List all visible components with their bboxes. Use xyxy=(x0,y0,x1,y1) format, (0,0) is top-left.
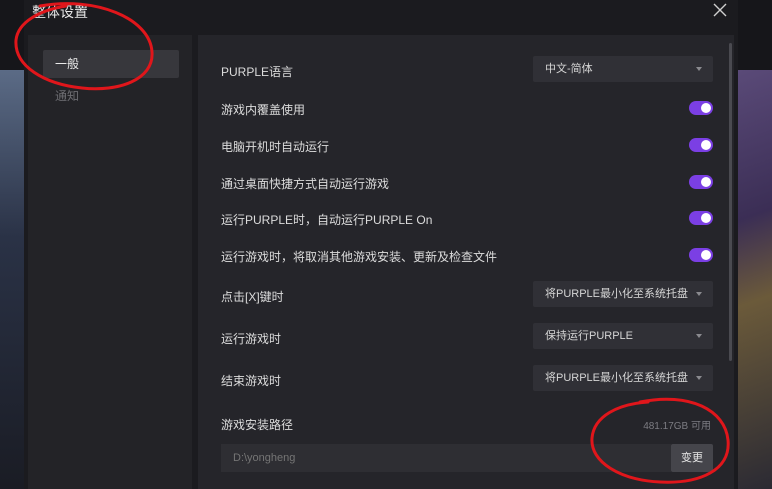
background-artwork-right xyxy=(738,70,772,489)
toggle-knob xyxy=(701,213,711,223)
toggle-label-autostart: 电脑开机时自动运行 xyxy=(221,140,330,154)
game-run-label: 运行游戏时 xyxy=(221,332,282,346)
game-end-select[interactable]: 将PURPLE最小化至系统托盘 xyxy=(533,365,713,391)
toggle-cancel-installs[interactable] xyxy=(689,248,713,262)
game-run-value: 保持运行PURPLE xyxy=(545,330,634,342)
close-action-label: 点击[X]键时 xyxy=(221,290,284,304)
free-space-text: 481.17GB 可用 xyxy=(643,421,711,432)
game-end-label: 结束游戏时 xyxy=(221,374,282,388)
toggle-knob xyxy=(701,103,711,113)
install-path-label: 游戏安装路径 xyxy=(221,418,294,432)
scrollbar[interactable] xyxy=(729,43,732,361)
change-path-button[interactable]: 变更 xyxy=(671,444,713,472)
toggle-label-purple-on: 运行PURPLE时，自动运行PURPLE On xyxy=(221,213,433,227)
language-label: PURPLE语言 xyxy=(221,65,294,79)
settings-content: PURPLE语言 中文-简体 游戏内覆盖使用 电脑开机时自动运行 通过桌面快捷方… xyxy=(198,35,734,489)
toggle-knob xyxy=(701,250,711,260)
toggle-ingame-overlay[interactable] xyxy=(689,101,713,115)
close-action-select[interactable]: 将PURPLE最小化至系统托盘 xyxy=(533,281,713,307)
chevron-down-icon xyxy=(696,292,702,296)
toggle-knob xyxy=(701,140,711,150)
sidebar-item-notifications[interactable]: 通知 xyxy=(43,82,179,110)
settings-sidebar: 一般 通知 xyxy=(28,35,192,489)
language-select[interactable]: 中文-简体 xyxy=(533,56,713,82)
toggle-knob xyxy=(701,177,711,187)
chevron-down-icon xyxy=(696,376,702,380)
dialog-title: 整体设置 xyxy=(32,4,88,20)
toggle-label-ingame-overlay: 游戏内覆盖使用 xyxy=(221,103,306,117)
toggle-autostart[interactable] xyxy=(689,138,713,152)
language-select-value: 中文-简体 xyxy=(545,63,593,75)
chevron-down-icon xyxy=(696,67,702,71)
game-end-value: 将PURPLE最小化至系统托盘 xyxy=(545,372,689,384)
install-path-input[interactable] xyxy=(221,444,671,472)
toggle-label-cancel-installs: 运行游戏时，将取消其他游戏安装、更新及检查文件 xyxy=(221,250,498,264)
close-icon[interactable] xyxy=(712,2,728,18)
game-run-select[interactable]: 保持运行PURPLE xyxy=(533,323,713,349)
chevron-down-icon xyxy=(696,334,702,338)
toggle-label-desktop-shortcut: 通过桌面快捷方式自动运行游戏 xyxy=(221,177,390,191)
sidebar-item-general[interactable]: 一般 xyxy=(43,50,179,78)
close-action-value: 将PURPLE最小化至系统托盘 xyxy=(545,288,689,300)
background-artwork-left xyxy=(0,70,24,489)
toggle-desktop-shortcut[interactable] xyxy=(689,175,713,189)
settings-dialog: 整体设置 一般 通知 PURPLE语言 中文-简体 游戏内覆盖使用 电脑开机时自… xyxy=(24,0,738,489)
toggle-purple-on[interactable] xyxy=(689,211,713,225)
